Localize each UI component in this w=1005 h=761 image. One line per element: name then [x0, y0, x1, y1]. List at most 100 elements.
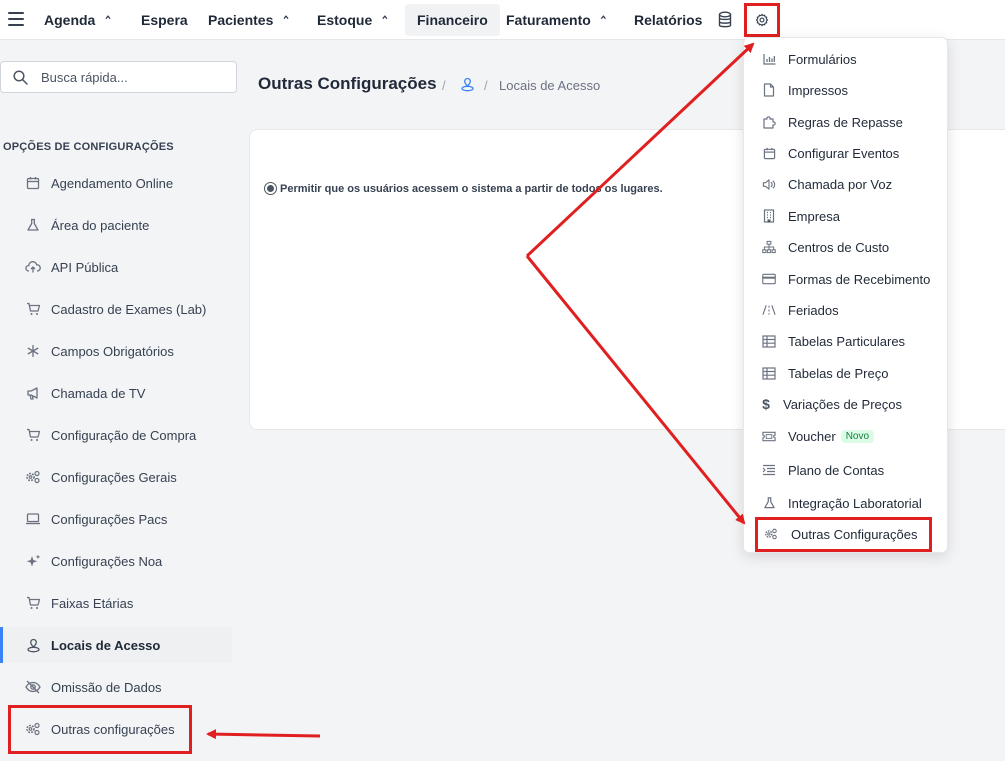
chevron-updown-icon: ⌃: [103, 14, 113, 30]
menu-item-label: Plano de Contas: [788, 462, 885, 478]
breadcrumb-current: Locais de Acesso: [499, 78, 601, 93]
sidebar-item-label: Configurações Gerais: [51, 469, 177, 485]
menu-item-label: Empresa: [788, 208, 841, 224]
search-icon: [13, 70, 28, 85]
menu-item-formas-de-recebimento[interactable]: Formas de Recebimento: [744, 265, 949, 293]
sidebar-item-configuracao-de-compra[interactable]: Configuração de Compra: [0, 417, 232, 453]
sidebar-item-label: Omissão de Dados: [51, 679, 162, 695]
menu-item-feriados[interactable]: Feriados: [744, 296, 949, 324]
menu-item-label: Feriados: [788, 302, 839, 318]
sidebar-item-label: Locais de Acesso: [51, 637, 161, 653]
menu-item-impressos[interactable]: Impressos: [744, 76, 949, 104]
menu-item-tabelas-particulares[interactable]: Tabelas Particulares: [744, 327, 949, 355]
menu-item-tabelas-de-preco[interactable]: Tabelas de Preço: [744, 359, 949, 387]
menu-item-centros-de-custo[interactable]: Centros de Custo: [744, 233, 949, 261]
nav-relatorios-label: Relatórios: [634, 12, 703, 28]
database-icon[interactable]: [718, 11, 732, 29]
chevron-updown-icon: ⌃: [380, 14, 390, 30]
flask-icon: [24, 216, 42, 234]
sidebar-item-omissao-de-dados[interactable]: Omissão de Dados: [0, 669, 232, 705]
quick-search[interactable]: [0, 61, 237, 93]
menu-item-label: Formulários: [788, 51, 857, 67]
search-input[interactable]: [41, 67, 231, 87]
chevron-updown-icon: ⌃: [598, 14, 609, 30]
eye-off-icon: [24, 678, 42, 696]
sidebar-item-locais-de-acesso[interactable]: Locais de Acesso: [0, 627, 232, 663]
nav-financeiro[interactable]: Financeiro: [405, 4, 500, 36]
table-icon: [762, 334, 776, 348]
calendar-icon: [24, 174, 42, 192]
building-icon: [762, 209, 776, 223]
menu-item-label: Formas de Recebimento: [788, 271, 931, 287]
puzzle-icon: [762, 115, 776, 129]
nav-agenda-label: Agenda: [44, 12, 96, 28]
sidebar-item-agendamento-online[interactable]: Agendamento Online: [0, 165, 232, 201]
sidebar-item-label: Cadastro de Exames (Lab): [51, 301, 207, 317]
menu-item-empresa[interactable]: Empresa: [744, 202, 949, 230]
sidebar-item-label: Faixas Etárias: [51, 595, 134, 611]
road-icon: [762, 303, 776, 317]
sidebar-item-label: API Pública: [51, 259, 119, 275]
gear-icon: [755, 13, 769, 27]
sidebar-item-configuracoes-pacs[interactable]: Configurações Pacs: [0, 501, 232, 537]
sidebar-item-cadastro-de-exames[interactable]: Cadastro de Exames (Lab): [0, 291, 232, 327]
radio-label: Permitir que os usuários acessem o siste…: [280, 182, 663, 195]
flask-icon: [762, 496, 776, 510]
sidebar-item-chamada-de-tv[interactable]: Chamada de TV: [0, 375, 232, 411]
settings-dropdown-menu: Formulários Impressos Regras de Repasse …: [743, 37, 948, 553]
indent-icon: [762, 463, 776, 477]
sidebar-item-configuracoes-gerais[interactable]: Configurações Gerais: [0, 459, 232, 495]
radio-button-selected[interactable]: [264, 182, 277, 195]
sidebar-item-label: Chamada de TV: [51, 385, 146, 401]
menu-item-plano-de-contas[interactable]: Plano de Contas: [744, 456, 949, 484]
menu-item-voucher[interactable]: Voucher Novo: [744, 422, 949, 450]
access-option-row[interactable]: Permitir que os usuários acessem o siste…: [264, 182, 663, 195]
sitemap-icon: [762, 240, 776, 254]
sidebar-item-area-do-paciente[interactable]: Área do paciente: [0, 207, 232, 243]
menu-item-integracao-laboratorial[interactable]: Integração Laboratorial: [744, 489, 949, 517]
hamburger-menu-icon[interactable]: [8, 12, 24, 26]
sidebar-item-api-publica[interactable]: API Pública: [0, 249, 232, 285]
nav-estoque[interactable]: Estoque ⌃: [313, 4, 393, 36]
cart-icon: [24, 426, 42, 444]
menu-item-regras-de-repasse[interactable]: Regras de Repasse: [744, 108, 949, 136]
menu-item-formularios[interactable]: Formulários: [744, 45, 949, 73]
speaker-icon: [762, 177, 776, 191]
top-navbar: Agenda ⌃ Espera Pacientes ⌃ Estoque ⌃ Finan…: [0, 0, 1005, 40]
menu-item-variacoes-de-precos[interactable]: $ Variações de Preços: [744, 390, 949, 418]
annotation-highlight-box: [755, 517, 932, 552]
gears-icon: [24, 468, 42, 486]
asterisk-icon: [24, 342, 42, 360]
sidebar-item-faixas-etarias[interactable]: Faixas Etárias: [0, 585, 232, 621]
menu-item-configurar-eventos[interactable]: Configurar Eventos: [744, 139, 949, 167]
nav-faturamento[interactable]: Faturamento ⌃: [502, 4, 612, 36]
calendar-icon: [762, 146, 776, 160]
nav-relatorios[interactable]: Relatórios: [630, 4, 706, 36]
location-icon: [24, 636, 42, 654]
sidebar-item-configuracoes-noa[interactable]: Configurações Noa: [0, 543, 232, 579]
menu-item-chamada-por-voz[interactable]: Chamada por Voz: [744, 170, 949, 198]
annotation-highlight-box: [8, 705, 192, 754]
sidebar-item-label: Agendamento Online: [51, 175, 174, 191]
menu-item-label: Configurar Eventos: [788, 145, 900, 161]
breadcrumb-separator: /: [442, 78, 446, 93]
page-title: Outras Configurações: [258, 74, 437, 93]
nav-estoque-label: Estoque: [317, 12, 373, 28]
nav-faturamento-label: Faturamento: [506, 12, 591, 28]
location-icon[interactable]: [460, 77, 475, 92]
menu-item-label: Tabelas Particulares: [788, 333, 906, 349]
ticket-icon: [762, 429, 776, 443]
nav-pacientes[interactable]: Pacientes ⌃: [204, 4, 295, 36]
nav-agenda[interactable]: Agenda ⌃: [40, 4, 117, 36]
nav-espera[interactable]: Espera: [137, 4, 192, 36]
menu-item-label: Variações de Preços: [783, 396, 902, 412]
cart-icon: [24, 594, 42, 612]
nav-financeiro-label: Financeiro: [417, 12, 488, 28]
sidebar-item-label: Campos Obrigatórios: [51, 343, 174, 359]
menu-item-label: Integração Laboratorial: [788, 495, 922, 511]
menu-item-label: Regras de Repasse: [788, 114, 903, 130]
sidebar-item-label: Configurações Noa: [51, 553, 163, 569]
megaphone-icon: [24, 384, 42, 402]
sidebar-item-campos-obrigatorios[interactable]: Campos Obrigatórios: [0, 333, 232, 369]
settings-gear-button[interactable]: [744, 3, 780, 37]
